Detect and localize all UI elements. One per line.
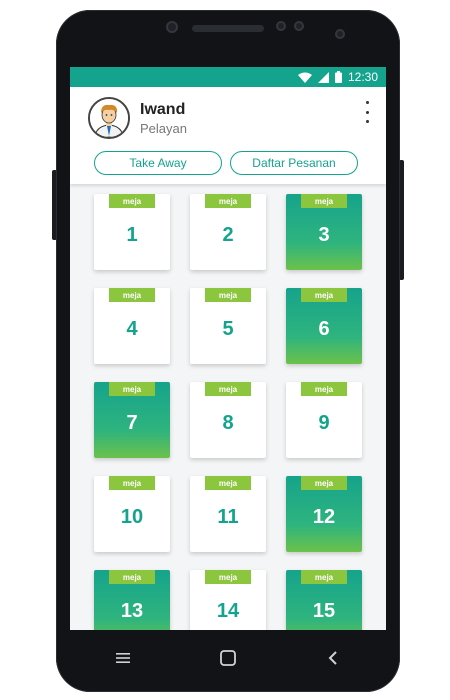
table-tag: meja bbox=[109, 570, 155, 584]
proximity-sensor bbox=[335, 29, 345, 39]
table-card[interactable]: meja 3 bbox=[286, 194, 362, 270]
user-profile: Iwand Pelayan bbox=[88, 97, 372, 139]
table-card[interactable]: meja 2 bbox=[190, 194, 266, 270]
table-tag: meja bbox=[205, 476, 251, 490]
table-tag: meja bbox=[205, 570, 251, 584]
table-tag: meja bbox=[205, 382, 251, 396]
table-tag: meja bbox=[301, 382, 347, 396]
table-number: 8 bbox=[222, 412, 234, 434]
menu-icon[interactable] bbox=[109, 644, 137, 672]
table-tag: meja bbox=[301, 570, 347, 584]
table-tag: meja bbox=[109, 476, 155, 490]
table-card[interactable]: meja 15 bbox=[286, 570, 362, 630]
sensor-dot bbox=[294, 21, 304, 31]
table-number: 9 bbox=[318, 412, 330, 434]
order-list-button[interactable]: Daftar Pesanan bbox=[230, 151, 358, 175]
table-number: 13 bbox=[120, 600, 144, 622]
table-tag: meja bbox=[205, 194, 251, 208]
speaker-grille bbox=[192, 25, 264, 32]
table-tag: meja bbox=[109, 288, 155, 302]
app-screen: 12:30 Iwand Pelayan Take Away Daftar Pes… bbox=[70, 67, 386, 630]
user-info: Iwand Pelayan bbox=[140, 101, 187, 136]
table-card[interactable]: meja 13 bbox=[94, 570, 170, 630]
battery-icon bbox=[334, 71, 342, 83]
table-tag: meja bbox=[109, 382, 155, 396]
table-tag: meja bbox=[301, 476, 347, 490]
wifi-icon bbox=[297, 72, 312, 83]
app-header: Iwand Pelayan Take Away Daftar Pesanan bbox=[70, 87, 386, 184]
table-card[interactable]: meja 8 bbox=[190, 382, 266, 458]
table-number: 15 bbox=[312, 600, 336, 622]
status-time: 12:30 bbox=[347, 70, 378, 84]
table-number: 4 bbox=[126, 318, 138, 340]
table-number: 12 bbox=[312, 506, 336, 528]
table-tag: meja bbox=[301, 194, 347, 208]
table-card[interactable]: meja 5 bbox=[190, 288, 266, 364]
sensor-dot bbox=[276, 21, 286, 31]
table-number: 10 bbox=[120, 506, 144, 528]
status-bar: 12:30 bbox=[70, 67, 386, 87]
table-card[interactable]: meja 10 bbox=[94, 476, 170, 552]
table-number: 1 bbox=[126, 224, 138, 246]
table-number: 6 bbox=[318, 318, 330, 340]
table-card[interactable]: meja 11 bbox=[190, 476, 266, 552]
table-tag: meja bbox=[205, 288, 251, 302]
action-buttons: Take Away Daftar Pesanan bbox=[94, 151, 372, 175]
table-card[interactable]: meja 7 bbox=[94, 382, 170, 458]
navigation-bar bbox=[70, 630, 386, 686]
table-card[interactable]: meja 6 bbox=[286, 288, 362, 364]
take-away-button[interactable]: Take Away bbox=[94, 151, 222, 175]
more-vertical-icon[interactable] bbox=[360, 101, 374, 123]
signal-icon bbox=[317, 71, 329, 83]
table-tag: meja bbox=[301, 288, 347, 302]
table-card[interactable]: meja 1 bbox=[94, 194, 170, 270]
front-camera bbox=[166, 21, 178, 33]
table-number: 3 bbox=[318, 224, 330, 246]
avatar-icon[interactable] bbox=[88, 97, 130, 139]
table-number: 2 bbox=[222, 224, 234, 246]
table-number: 7 bbox=[126, 412, 138, 434]
table-card[interactable]: meja 9 bbox=[286, 382, 362, 458]
table-number: 14 bbox=[216, 600, 240, 622]
table-tag: meja bbox=[109, 194, 155, 208]
user-role: Pelayan bbox=[140, 120, 187, 136]
table-number: 11 bbox=[217, 506, 239, 528]
table-card[interactable]: meja 14 bbox=[190, 570, 266, 630]
table-number: 5 bbox=[222, 318, 234, 340]
home-icon[interactable] bbox=[214, 644, 242, 672]
back-icon[interactable] bbox=[319, 644, 347, 672]
table-card[interactable]: meja 4 bbox=[94, 288, 170, 364]
user-name: Iwand bbox=[140, 100, 186, 118]
table-card[interactable]: meja 12 bbox=[286, 476, 362, 552]
